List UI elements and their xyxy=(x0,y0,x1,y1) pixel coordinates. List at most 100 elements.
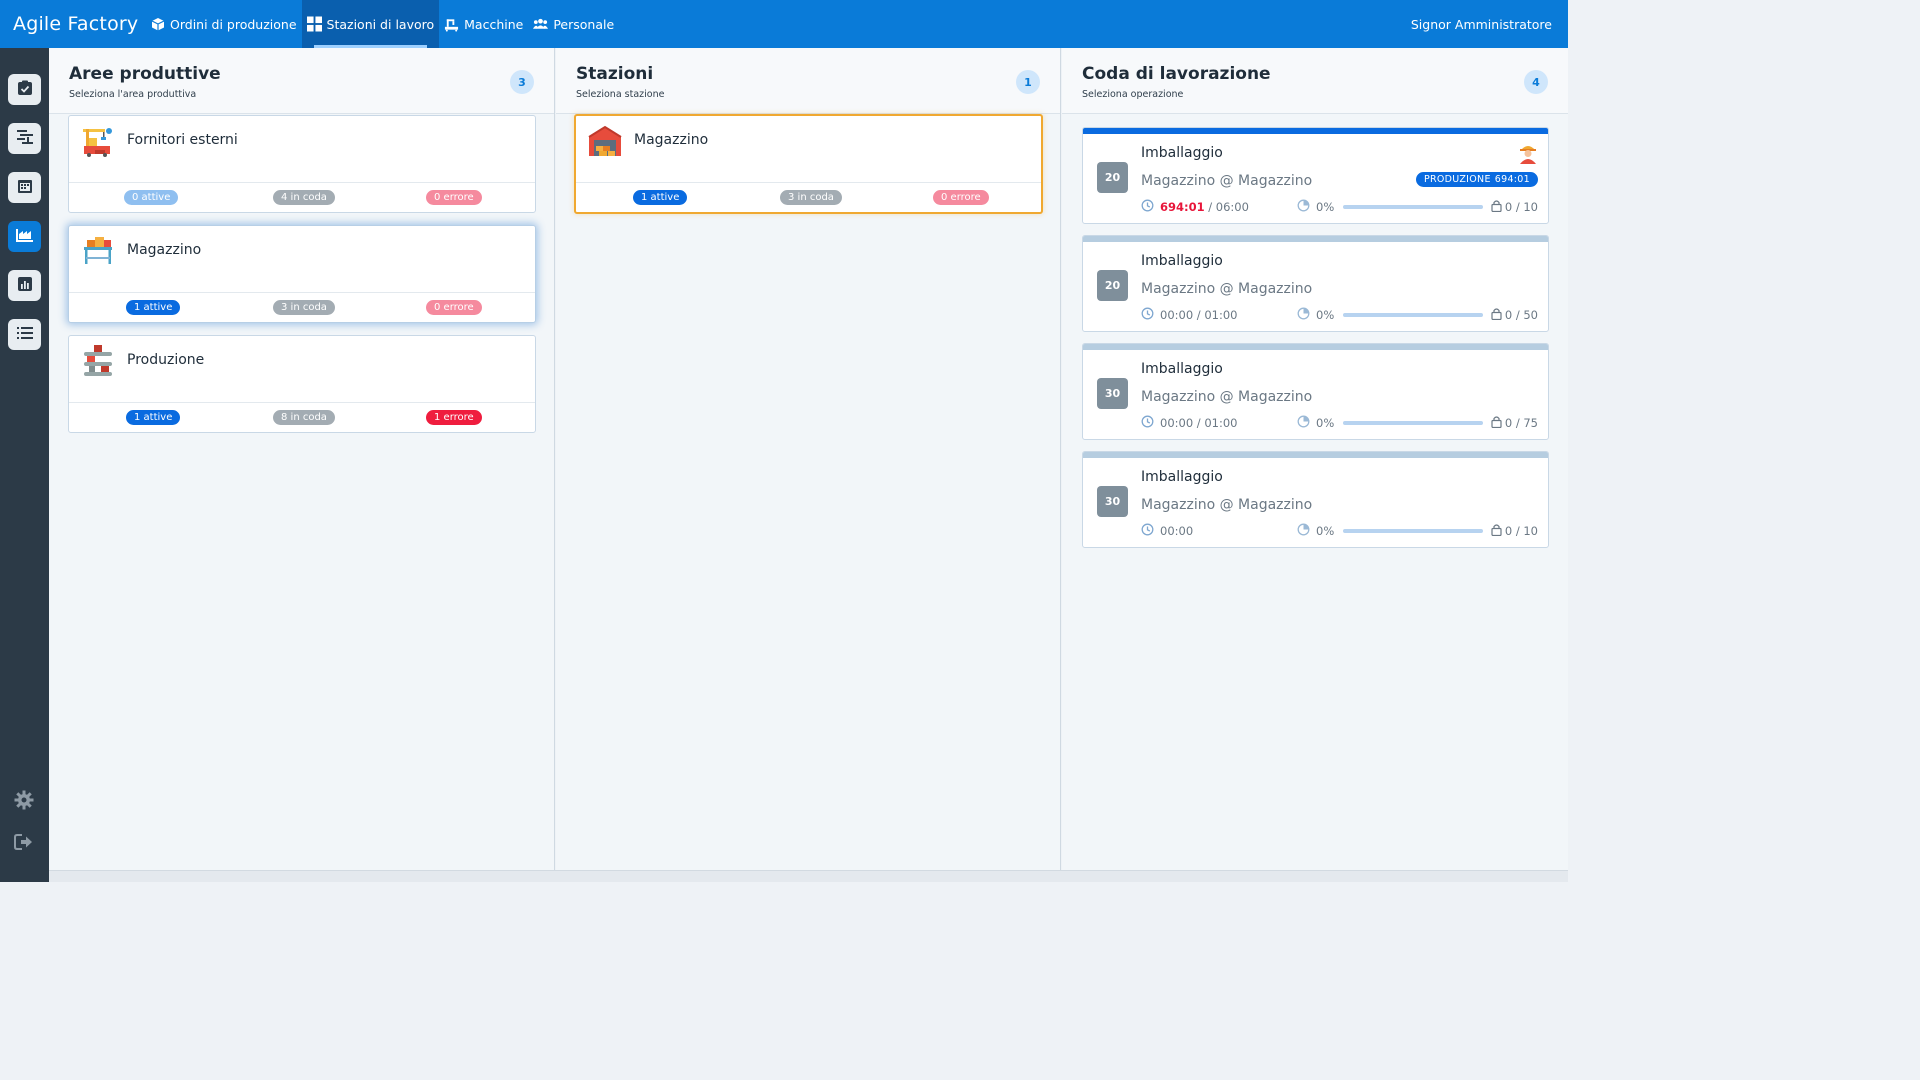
queue-item-status-bar xyxy=(1083,236,1548,242)
area-name: Magazzino xyxy=(127,242,202,258)
quantity: 0 / 50 xyxy=(1504,308,1538,322)
active-count-badge: 1 attive xyxy=(126,300,181,315)
operation-location: Magazzino @ Magazzino xyxy=(1141,497,1313,513)
warehouse-boxes-icon xyxy=(81,234,115,268)
nav-personale[interactable]: Personale xyxy=(528,0,619,48)
sidebar-checklist-button[interactable] xyxy=(8,74,41,105)
top-bar: Agile Factory Ordini di produzione Stazi… xyxy=(0,0,1568,48)
pie-chart-icon xyxy=(1297,415,1310,431)
areas-column: Aree produttive Seleziona l'area produtt… xyxy=(49,48,555,870)
clock-icon xyxy=(1141,199,1154,215)
operation-time: 00:00 / 01:00 xyxy=(1160,308,1238,322)
error-count-badge: 0 errore xyxy=(426,190,482,205)
logout-icon xyxy=(14,833,34,855)
area-stats: 1 attive 3 in coda 0 errore xyxy=(69,293,535,322)
queue-count-badge: 8 in coda xyxy=(273,410,335,425)
area-card-fornitori-esterni[interactable]: Fornitori esterni 0 attive 4 in coda 0 e… xyxy=(68,115,536,213)
conveyor-boxes-icon xyxy=(81,344,115,378)
error-count-badge: 0 errore xyxy=(933,190,989,205)
operation-metrics: 00:00 / 01:00 0% 0 / 75 xyxy=(1141,415,1538,431)
logout-button[interactable] xyxy=(12,832,36,856)
progress-percent: 0% xyxy=(1316,200,1335,214)
operation-location: Magazzino @ Magazzino xyxy=(1141,281,1313,297)
sidebar-calendar-button[interactable] xyxy=(8,172,41,203)
area-stats: 1 attive 8 in coda 1 errore xyxy=(69,403,535,432)
pie-chart-icon xyxy=(1297,199,1310,215)
progress-percent: 0% xyxy=(1316,416,1335,430)
queue-header: Coda di lavorazione Seleziona operazione… xyxy=(1062,48,1568,114)
bottom-scroll-strip xyxy=(49,870,1568,882)
progress-percent: 0% xyxy=(1316,524,1335,538)
operation-number: 20 xyxy=(1097,270,1128,301)
machine-icon xyxy=(444,17,459,32)
stations-subtitle: Seleziona stazione xyxy=(576,89,665,100)
areas-subtitle: Seleziona l'area produttiva xyxy=(69,89,197,100)
progress-bar xyxy=(1343,421,1483,425)
sidebar-list-button[interactable] xyxy=(8,319,41,350)
area-stats: 0 attive 4 in coda 0 errore xyxy=(69,183,535,212)
nav-stazioni-di-lavoro[interactable]: Stazioni di lavoro xyxy=(301,0,440,48)
operation-title: Imballaggio xyxy=(1141,469,1223,485)
sidebar-gantt-button[interactable] xyxy=(8,123,41,154)
sidebar-factory-button[interactable] xyxy=(8,221,41,252)
planned-time: / 06:00 xyxy=(1208,200,1249,214)
queue-column: Coda di lavorazione Seleziona operazione… xyxy=(1062,48,1568,870)
nav-ordini-di-produzione[interactable]: Ordini di produzione xyxy=(145,0,302,48)
queue-item-status-bar xyxy=(1083,452,1548,458)
supplier-crane-icon xyxy=(81,124,115,158)
operation-title: Imballaggio xyxy=(1141,253,1223,269)
people-icon xyxy=(533,17,549,32)
clock-icon xyxy=(1141,415,1154,431)
progress-percent: 0% xyxy=(1316,308,1335,322)
nav-label: Macchine xyxy=(464,16,524,32)
clock-icon xyxy=(1141,523,1154,539)
stations-title: Stazioni xyxy=(576,64,654,84)
quantity: 0 / 75 xyxy=(1504,416,1538,430)
queue-count-badge: 3 in coda xyxy=(273,300,335,315)
gantt-icon xyxy=(16,129,34,149)
queue-item[interactable]: 20 Imballaggio Magazzino @ Magazzino 00:… xyxy=(1082,235,1549,332)
checklist-icon xyxy=(17,80,33,100)
queue-title: Coda di lavorazione xyxy=(1082,64,1271,84)
pie-chart-icon xyxy=(1297,523,1310,539)
nav-label: Personale xyxy=(553,16,615,32)
queue-count-badge: 3 in coda xyxy=(780,190,842,205)
settings-button[interactable] xyxy=(12,790,36,814)
progress-bar xyxy=(1343,529,1483,533)
operation-number: 30 xyxy=(1097,378,1128,409)
quantity: 0 / 10 xyxy=(1504,524,1538,538)
area-card-produzione[interactable]: Produzione 1 attive 8 in coda 1 errore xyxy=(68,335,536,433)
worker-avatar-icon xyxy=(1518,142,1538,164)
elapsed-time: 694:01 xyxy=(1160,200,1205,214)
active-count-badge: 1 attive xyxy=(126,410,181,425)
sidebar-bar-chart-button[interactable] xyxy=(8,270,41,301)
error-count-badge: 1 errore xyxy=(426,410,482,425)
production-status-label: PRODUZIONE xyxy=(1423,174,1491,185)
clock-icon xyxy=(1141,307,1154,323)
operation-number: 20 xyxy=(1097,162,1128,193)
station-card-magazzino[interactable]: Magazzino 1 attive 3 in coda 0 errore xyxy=(574,114,1043,214)
operation-title: Imballaggio xyxy=(1141,145,1223,161)
queue-item[interactable]: 20 Imballaggio Magazzino @ Magazzino PRO… xyxy=(1082,127,1549,224)
stations-column: Stazioni Seleziona stazione 1 Magazzino … xyxy=(556,48,1061,870)
grid-icon xyxy=(306,16,322,32)
nav-macchine[interactable]: Macchine xyxy=(439,0,528,48)
app-brand[interactable]: Agile Factory xyxy=(0,13,145,35)
stations-count-badge: 1 xyxy=(1016,70,1040,94)
queue-item[interactable]: 30 Imballaggio Magazzino @ Magazzino 00:… xyxy=(1082,451,1549,548)
operation-metrics: 00:00 0% 0 / 10 xyxy=(1141,523,1538,539)
pie-chart-icon xyxy=(1297,307,1310,323)
operation-metrics: 694:01 / 06:00 0% 0 / 10 xyxy=(1141,199,1538,215)
progress-bar xyxy=(1343,205,1483,209)
area-name: Produzione xyxy=(127,352,205,368)
area-card-magazzino[interactable]: Magazzino 1 attive 3 in coda 0 errore xyxy=(68,225,536,323)
lock-icon xyxy=(1491,415,1502,431)
main-nav: Ordini di produzione Stazioni di lavoro … xyxy=(145,0,619,48)
user-menu[interactable]: Signor Amministratore xyxy=(1411,17,1568,32)
areas-header: Aree produttive Seleziona l'area produtt… xyxy=(49,48,554,114)
operation-number: 30 xyxy=(1097,486,1128,517)
operation-time: 00:00 / 01:00 xyxy=(1160,416,1238,430)
queue-item[interactable]: 30 Imballaggio Magazzino @ Magazzino 00:… xyxy=(1082,343,1549,440)
factory-chart-icon xyxy=(15,227,34,246)
operation-location: Magazzino @ Magazzino xyxy=(1141,173,1313,189)
